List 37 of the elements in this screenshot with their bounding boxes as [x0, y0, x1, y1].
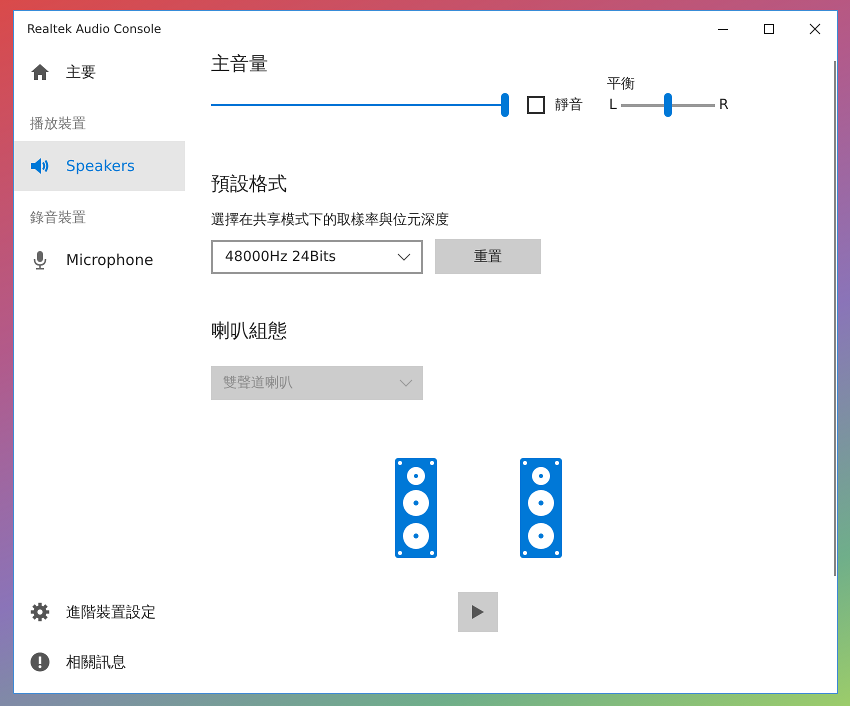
settings-nav-item[interactable]: 進階裝置設定 — [14, 587, 185, 637]
settings-icon — [30, 602, 50, 622]
nav-label: 進階裝置設定 — [66, 602, 156, 622]
balance-label: 平衡 — [607, 75, 636, 93]
section-header: 錄音裝置 — [29, 209, 87, 228]
home-icon — [30, 62, 50, 82]
left-label: L — [609, 97, 617, 113]
play-button[interactable] — [458, 592, 498, 632]
maximize-icon[interactable] — [763, 23, 775, 35]
window-title: Realtek Audio Console — [27, 22, 162, 36]
nav-label: Speakers — [66, 157, 135, 175]
chevron-down-icon — [399, 379, 413, 387]
play-icon — [471, 605, 485, 619]
slider-thumb[interactable] — [664, 93, 672, 117]
nav-label: 相關訊息 — [66, 652, 126, 672]
exclamation-icon — [30, 652, 50, 672]
description-text: 選擇在共享模式下的取樣率與位元深度 — [211, 211, 450, 229]
reset-button[interactable]: 重置 — [435, 239, 541, 274]
device-nav-item[interactable]: Speakers — [14, 141, 185, 191]
speaker-icon — [30, 156, 50, 176]
right-label: R — [718, 97, 729, 113]
section-title: 喇叭組態 — [211, 319, 288, 344]
home-nav-item[interactable]: 主要 — [14, 47, 185, 97]
chevron-down-icon — [397, 252, 411, 260]
checkbox-label: 靜音 — [555, 96, 583, 114]
slider-thumb[interactable] — [501, 93, 509, 117]
section-header: 播放裝置 — [29, 115, 87, 134]
nav-label: 主要 — [66, 62, 96, 82]
settings-nav-item[interactable]: 相關訊息 — [14, 637, 185, 687]
mute-checkbox[interactable] — [527, 96, 545, 114]
format-dropdown[interactable]: 48000Hz 24Bits — [211, 240, 423, 274]
nav-label: Microphone — [66, 251, 154, 269]
section-title: 主音量 — [211, 52, 269, 77]
device-nav-item[interactable]: Microphone — [14, 235, 185, 285]
scrollbar[interactable] — [834, 61, 836, 576]
close-icon[interactable] — [809, 23, 821, 35]
section-title: 預設格式 — [211, 172, 288, 197]
